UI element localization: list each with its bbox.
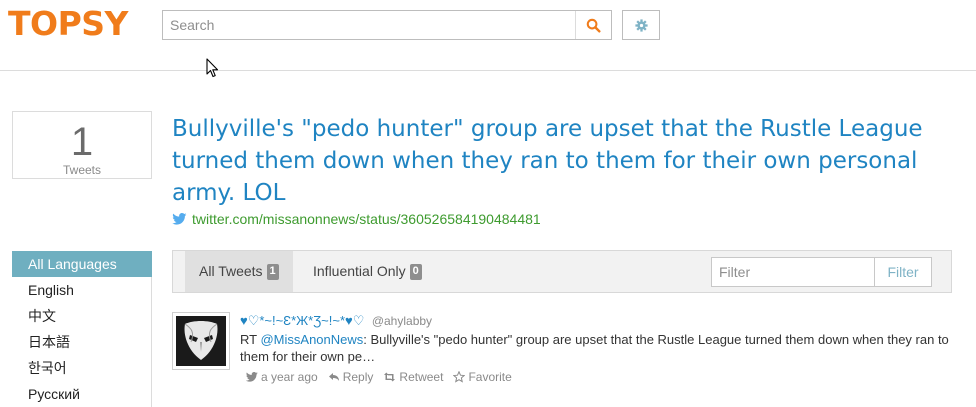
language-item-all[interactable]: All Languages [12,251,152,277]
filter-button[interactable]: Filter [874,257,932,287]
twitter-bird-icon [172,213,187,225]
retweet-label: Retweet [399,370,444,384]
star-icon [453,371,466,383]
search-box [162,10,612,40]
sidebar-divider [151,277,152,407]
language-item-korean[interactable]: 한국어 [12,355,152,381]
search-icon [586,18,601,33]
tab-all-tweets[interactable]: All Tweets 1 [185,251,293,292]
tweet-count-value: 1 [70,120,94,164]
retweet-icon [384,372,396,382]
tweet-header: ♥♡*~!~Ɛ*Ж*Ʒ~!~*♥♡ @ahylabby [240,312,952,330]
gear-icon [634,18,648,32]
tweet-text-prefix: RT [240,332,261,347]
tab-all-tweets-count: 1 [266,263,279,280]
reply-label: Reply [342,370,374,384]
tweet-time-label: a year ago [261,370,318,384]
filter-input[interactable] [711,257,875,287]
tweet-mention[interactable]: @MissAnonNews [260,332,363,347]
favorite-label: Favorite [468,370,512,384]
twitter-bird-icon [246,372,258,382]
source-link[interactable]: twitter.com/missanonnews/status/36052658… [172,211,541,227]
language-item-russian[interactable]: Русский [12,381,152,407]
tweet-body: ♥♡*~!~Ɛ*Ж*Ʒ~!~*♥♡ @ahylabby RT @MissAnon… [240,312,952,384]
page-title: Bullyville's "pedo hunter" group are ups… [172,116,923,206]
tweet-count-label: Tweets [62,163,101,177]
retweet-button[interactable]: Retweet [383,370,443,384]
topsy-logo[interactable]: TOPSY [8,4,128,43]
mouse-pointer-icon [206,58,219,78]
tab-influential-count: 0 [409,263,422,280]
tabs-bar: All Tweets 1 Influential Only 0 Filter [172,250,952,293]
tweet-actions: a year ago Reply Retweet Favorite [240,370,952,384]
avatar[interactable] [172,312,230,370]
favorite-button[interactable]: Favorite [453,370,512,384]
tab-influential-label: Influential Only [313,263,406,279]
reply-button[interactable]: Reply [328,370,374,384]
language-list: All Languages English 中文 日本語 한국어 Русский [12,251,152,407]
language-item-japanese[interactable]: 日本語 [12,329,152,355]
tab-all-tweets-label: All Tweets [199,263,263,279]
tweet-text: RT @MissAnonNews: Bullyville's "pedo hun… [240,331,952,365]
search-input[interactable] [163,11,575,39]
tweet-item: ♥♡*~!~Ɛ*Ж*Ʒ~!~*♥♡ @ahylabby RT @MissAnon… [172,312,952,392]
search-button[interactable] [575,11,611,39]
mask-avatar-icon [184,321,218,360]
tab-influential-only[interactable]: Influential Only 0 [299,251,436,292]
tweet-timestamp[interactable]: a year ago [246,370,318,384]
settings-button[interactable] [622,10,660,40]
tweet-count-box: 1 Tweets [12,111,152,179]
language-item-chinese[interactable]: 中文 [12,303,152,329]
reply-icon [328,373,339,381]
tweet-author-handle[interactable]: @ahylabby [372,314,432,328]
tweet-author-name[interactable]: ♥♡*~!~Ɛ*Ж*Ʒ~!~*♥♡ [240,313,364,328]
top-header: TOPSY [0,0,976,71]
source-url[interactable]: twitter.com/missanonnews/status/36052658… [192,211,541,227]
language-item-english[interactable]: English [12,277,152,303]
